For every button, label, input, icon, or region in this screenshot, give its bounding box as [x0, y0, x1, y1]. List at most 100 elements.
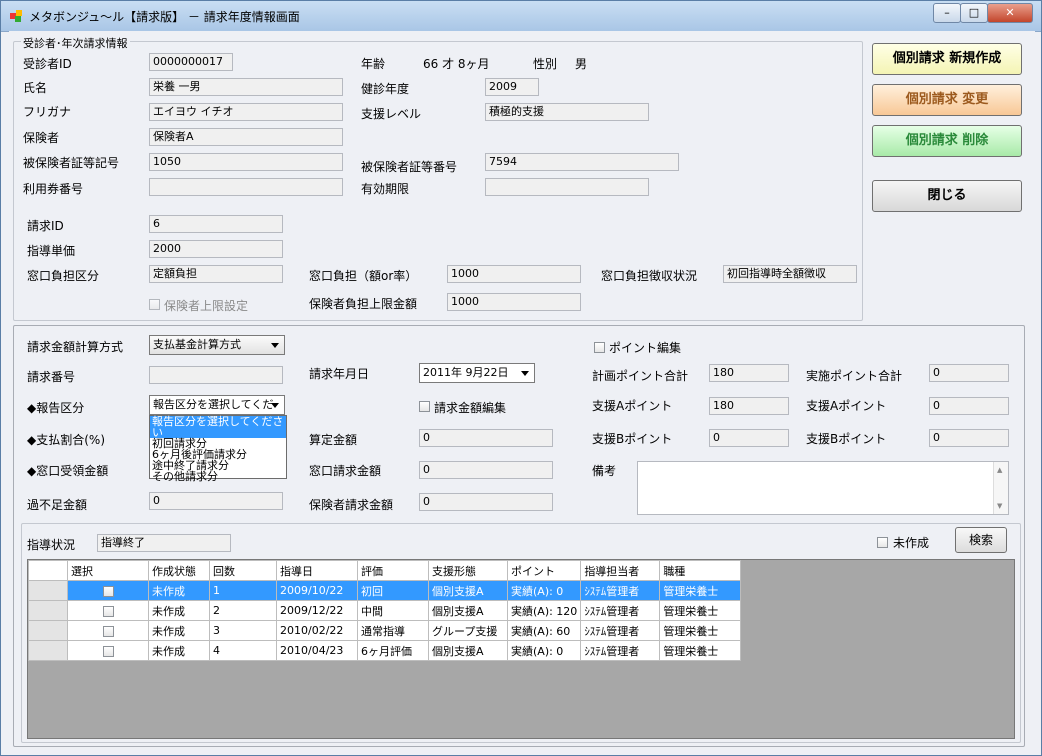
row-header[interactable] [28, 620, 68, 641]
eval-cell[interactable]: 通常指導 [357, 620, 429, 641]
column-header[interactable]: 職種 [659, 560, 742, 581]
column-header[interactable]: 支援形態 [428, 560, 508, 581]
select-cell[interactable] [67, 580, 149, 601]
eval-cell[interactable]: 初回 [357, 580, 429, 601]
column-header[interactable]: 指導日 [276, 560, 358, 581]
shortage-field[interactable]: 0 [149, 492, 283, 510]
date-cell[interactable]: 2010/02/22 [276, 620, 358, 641]
count-cell[interactable]: 4 [209, 640, 277, 661]
amount-edit-checkbox[interactable] [419, 401, 430, 412]
change-bill-button[interactable]: 個別請求 変更 [872, 84, 1022, 116]
delete-bill-button[interactable]: 個別請求 削除 [872, 125, 1022, 157]
name-field[interactable]: 栄養 一男 [149, 78, 343, 96]
column-header[interactable]: 選択 [67, 560, 149, 581]
card-symbol-field[interactable]: 1050 [149, 153, 343, 171]
eval-cell[interactable]: 6ヶ月評価 [357, 640, 429, 661]
patient-id-field[interactable]: 0000000017 [149, 53, 233, 71]
staff-cell[interactable]: ｼｽﾃﾑ管理者 [580, 620, 661, 641]
job-cell[interactable]: 管理栄養士 [659, 580, 742, 601]
point-edit-checkbox[interactable] [594, 342, 605, 353]
support-a-actual-field[interactable]: 0 [929, 397, 1009, 415]
column-header[interactable]: 回数 [209, 560, 277, 581]
window-bill-field[interactable]: 0 [419, 461, 553, 479]
create-bill-button[interactable]: 個別請求 新規作成 [872, 43, 1022, 75]
job-cell[interactable]: 管理栄養士 [659, 620, 742, 641]
uncreated-checkbox[interactable] [877, 537, 888, 548]
support-b-plan-field[interactable]: 0 [709, 429, 789, 447]
staff-cell[interactable]: ｼｽﾃﾑ管理者 [580, 600, 661, 621]
row-checkbox[interactable] [102, 585, 114, 597]
point-cell[interactable]: 実績(A): 0 [506, 580, 582, 601]
insurer-field[interactable]: 保険者A [149, 128, 343, 146]
checkup-year-field[interactable]: 2009 [485, 78, 539, 96]
select-cell[interactable] [67, 640, 149, 661]
state-cell[interactable]: 未作成 [148, 640, 210, 661]
select-cell[interactable] [67, 600, 149, 621]
table-row[interactable]: 未作成 3 2010/02/22 通常指導 グループ支援 実績(A): 60 ｼ… [28, 620, 742, 641]
row-header[interactable] [28, 580, 68, 601]
dropdown-option[interactable]: その他請求分 [150, 471, 286, 482]
window-collect-field[interactable]: 初回指導時全額徴収 [723, 265, 857, 283]
row-checkbox[interactable] [102, 605, 114, 617]
state-cell[interactable]: 未作成 [148, 620, 210, 641]
point-cell[interactable]: 実績(A): 120 [506, 600, 582, 621]
calc-method-select[interactable]: 支払基金計算方式 [149, 335, 285, 355]
column-header[interactable]: 作成状態 [148, 560, 210, 581]
scroll-down-icon[interactable]: ▼ [997, 498, 1002, 514]
bill-date-picker[interactable]: 2011年 9月22日 [419, 363, 535, 383]
form-cell[interactable]: 個別支援A [428, 640, 508, 661]
job-cell[interactable]: 管理栄養士 [659, 640, 742, 661]
date-cell[interactable]: 2009/10/22 [276, 580, 358, 601]
maximize-button[interactable]: □ [960, 3, 988, 23]
job-cell[interactable]: 管理栄養士 [659, 600, 742, 621]
kana-field[interactable]: エイヨウ イチオ [149, 103, 343, 121]
expiry-field[interactable] [485, 178, 649, 196]
table-row[interactable]: 未作成 4 2010/04/23 6ヶ月評価 個別支援A 実績(A): 0 ｼｽ… [28, 640, 742, 661]
form-cell[interactable]: 個別支援A [428, 600, 508, 621]
state-cell[interactable]: 未作成 [148, 600, 210, 621]
calc-amount-field[interactable]: 0 [419, 429, 553, 447]
remarks-scrollbar[interactable]: ▲ ▼ [993, 462, 1008, 514]
ticket-number-field[interactable] [149, 178, 343, 196]
table-row[interactable]: 未作成 2 2009/12/22 中間 個別支援A 実績(A): 120 ｼｽﾃ… [28, 600, 742, 621]
date-cell[interactable]: 2010/04/23 [276, 640, 358, 661]
form-cell[interactable]: 個別支援A [428, 580, 508, 601]
date-cell[interactable]: 2009/12/22 [276, 600, 358, 621]
actual-points-field[interactable]: 0 [929, 364, 1009, 382]
table-row[interactable]: 未作成 1 2009/10/22 初回 個別支援A 実績(A): 0 ｼｽﾃﾑ管… [28, 580, 742, 601]
scroll-up-icon[interactable]: ▲ [997, 462, 1002, 478]
count-cell[interactable]: 1 [209, 580, 277, 601]
support-b-actual-field[interactable]: 0 [929, 429, 1009, 447]
window-type-field[interactable]: 定額負担 [149, 265, 283, 283]
plan-points-field[interactable]: 180 [709, 364, 789, 382]
row-checkbox[interactable] [102, 645, 114, 657]
bill-id-field[interactable]: 6 [149, 215, 283, 233]
form-cell[interactable]: グループ支援 [428, 620, 508, 641]
point-cell[interactable]: 実績(A): 60 [506, 620, 582, 641]
column-header[interactable]: 評価 [357, 560, 429, 581]
minimize-button[interactable]: – [933, 3, 961, 23]
report-type-select[interactable]: 報告区分を選択してくだ [149, 395, 285, 415]
close-window-button[interactable]: ✕ [987, 3, 1033, 23]
bill-number-field[interactable] [149, 366, 283, 384]
count-cell[interactable]: 3 [209, 620, 277, 641]
insurer-limit-field[interactable]: 1000 [447, 293, 581, 311]
close-button[interactable]: 閉じる [872, 180, 1022, 212]
insurer-limit-checkbox[interactable] [149, 299, 160, 310]
row-header[interactable] [28, 600, 68, 621]
insurer-bill-field[interactable]: 0 [419, 493, 553, 511]
dropdown-option[interactable]: 報告区分を選択してください [150, 416, 286, 438]
support-level-field[interactable]: 積極的支援 [485, 103, 649, 121]
search-button[interactable]: 検索 [955, 527, 1007, 553]
select-cell[interactable] [67, 620, 149, 641]
state-cell[interactable]: 未作成 [148, 580, 210, 601]
unit-price-field[interactable]: 2000 [149, 240, 283, 258]
staff-cell[interactable]: ｼｽﾃﾑ管理者 [580, 580, 661, 601]
row-header[interactable] [28, 640, 68, 661]
guidance-status-field[interactable]: 指導終了 [97, 534, 231, 552]
row-checkbox[interactable] [102, 625, 114, 637]
remarks-textarea[interactable]: ▲ ▼ [637, 461, 1009, 515]
window-amount-field[interactable]: 1000 [447, 265, 581, 283]
eval-cell[interactable]: 中間 [357, 600, 429, 621]
support-a-plan-field[interactable]: 180 [709, 397, 789, 415]
